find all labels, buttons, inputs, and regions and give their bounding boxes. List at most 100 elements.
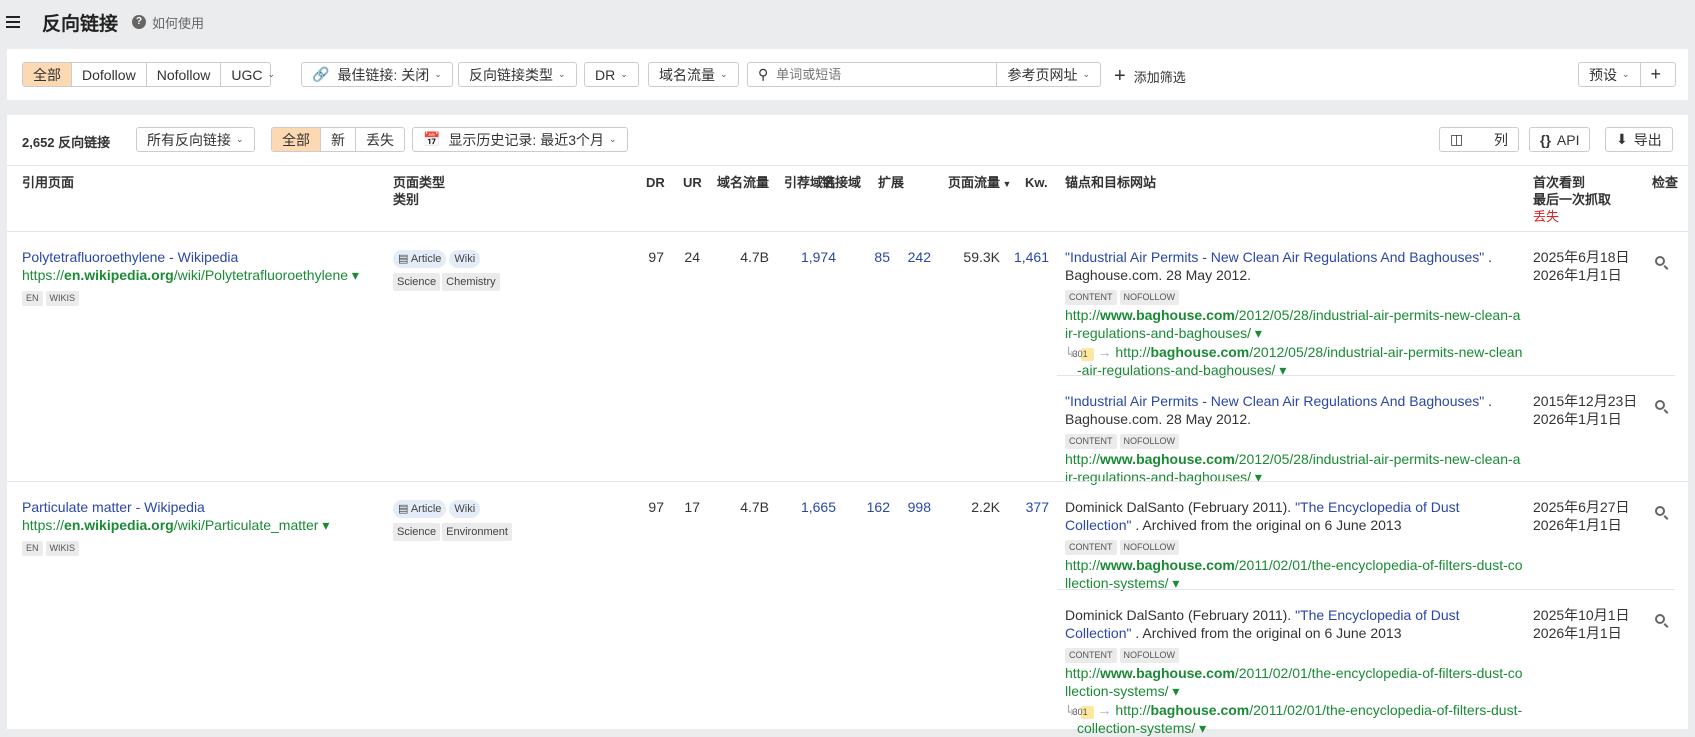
anchor-suffix: . Archived from the original on 6 June 2…	[1131, 517, 1401, 533]
col-dr[interactable]: DR	[646, 174, 665, 191]
plus-icon: +	[1114, 65, 1126, 88]
state-lost[interactable]: 丢失	[355, 128, 404, 151]
inspect-search-icon[interactable]	[1655, 256, 1665, 266]
dr-dropdown[interactable]: DR⌄	[584, 62, 639, 87]
link-badge: NOFOLLOW	[1120, 540, 1180, 555]
ref-page-title[interactable]: Polytetrafluoroethylene - Wikipedia	[22, 248, 372, 266]
filter-all[interactable]: 全部	[23, 63, 71, 86]
link-badge: NOFOLLOW	[1120, 434, 1180, 449]
ref-page-title[interactable]: Particulate matter - Wikipedia	[22, 498, 372, 516]
kw-value[interactable]: 1,461	[979, 248, 1049, 266]
chevron-down-icon: ⌄	[1082, 69, 1090, 80]
export-button[interactable]: ⬇导出	[1605, 127, 1673, 152]
redirect-url-link[interactable]: http://baghouse.com/2011/02/01/the-encyc…	[1077, 702, 1522, 736]
target-url-link[interactable]: http://www.baghouse.com/2011/02/01/the-e…	[1065, 557, 1523, 591]
target-url: http://www.baghouse.com/2012/05/28/indus…	[1065, 306, 1523, 343]
link-badge: CONTENT	[1065, 434, 1117, 449]
page-title: 反向链接	[42, 9, 118, 36]
ext-value[interactable]: 998	[861, 498, 931, 516]
divider	[1057, 589, 1675, 590]
url-prefix: http://	[1065, 665, 1100, 681]
page-type-cell: ▤ ArticleWikiScienceChemistry	[393, 248, 623, 291]
ref-page-tags: ENWIKIS	[22, 287, 372, 306]
ext-value[interactable]: 242	[861, 248, 931, 266]
presets-dropdown[interactable]: 预设⌄	[1579, 63, 1640, 86]
url-domain: baghouse.com	[1150, 344, 1249, 360]
filter-nofollow[interactable]: Nofollow	[146, 63, 221, 86]
category-badge: Science	[393, 523, 440, 541]
all-backlinks-dropdown[interactable]: 所有反向链接⌄	[136, 127, 255, 152]
link-badges: CONTENTNOFOLLOW	[1065, 536, 1523, 555]
best-links-dropdown[interactable]: 🔗最佳链接: 关闭⌄	[301, 62, 453, 87]
history-dropdown[interactable]: 📅显示历史记录: 最近3个月⌄	[412, 127, 628, 152]
domain-traffic-dropdown[interactable]: 域名流量⌄	[648, 62, 739, 87]
chevron-down-icon: ⌄	[558, 69, 566, 80]
help-icon[interactable]: ?	[132, 15, 146, 29]
col-dates[interactable]: 首次看到最后一次抓取丢失	[1533, 174, 1611, 225]
backlink-type-dropdown[interactable]: 反向链接类型⌄	[458, 62, 577, 87]
categories: ScienceChemistry	[393, 271, 623, 291]
col-page-traffic[interactable]: 页面流量 ▼	[948, 174, 1011, 193]
anchor-link[interactable]: "Industrial Air Permits - New Clean Air …	[1065, 393, 1484, 409]
anchor-text: Dominick DalSanto (February 2011). "The …	[1065, 606, 1523, 643]
caret-down-icon[interactable]: ▾	[318, 517, 329, 533]
page-type-label: Article	[411, 503, 442, 515]
caret-down-icon[interactable]: ▾	[1251, 325, 1262, 341]
how-to-use-link[interactable]: 如何使用	[152, 13, 204, 32]
add-preset-button[interactable]: +	[1640, 63, 1672, 86]
tag: WIKIS	[46, 541, 80, 556]
filter-dofollow[interactable]: Dofollow	[71, 63, 146, 86]
anchor-text: Dominick DalSanto (February 2011). "The …	[1065, 498, 1523, 535]
caret-down-icon[interactable]: ▾	[1168, 683, 1179, 699]
anchor-suffix: . Archived from the original on 6 June 2…	[1131, 625, 1401, 641]
dates-cell: 2025年6月27日2026年1月1日	[1533, 498, 1630, 535]
divider	[7, 481, 1688, 482]
col-ext[interactable]: 扩展	[878, 174, 904, 191]
link-badge: CONTENT	[1065, 648, 1117, 663]
ref-page-url[interactable]: https://en.wikipedia.org/wiki/Particulat…	[22, 517, 329, 533]
domain-traffic-value: 4.7B	[699, 498, 769, 516]
ref-page-tags: ENWIKIS	[22, 537, 372, 556]
redirect-code: 301	[1081, 706, 1094, 719]
columns-button[interactable]: ◫列	[1439, 127, 1519, 152]
caret-down-icon[interactable]: ▾	[1195, 720, 1206, 736]
search-scope-dropdown[interactable]: 参考页网址⌄	[996, 63, 1100, 86]
domain-traffic-value: 4.7B	[699, 248, 769, 266]
anchor-cell: Dominick DalSanto (February 2011). "The …	[1065, 606, 1523, 737]
state-all[interactable]: 全部	[272, 128, 320, 151]
tag: EN	[22, 291, 43, 306]
col-linked-domains[interactable]: 链接域	[822, 174, 861, 191]
state-new[interactable]: 新	[320, 128, 355, 151]
redirect: ↳ 301 → http://baghouse.com/2011/02/01/t…	[1065, 701, 1523, 737]
url-domain: baghouse.com	[1150, 702, 1249, 718]
col-ur[interactable]: UR	[683, 174, 702, 191]
categories: ScienceEnvironment	[393, 521, 623, 541]
api-button[interactable]: {}API	[1529, 127, 1590, 152]
anchor-cell: Dominick DalSanto (February 2011). "The …	[1065, 498, 1523, 593]
col-anchor[interactable]: 锚点和目标网站	[1065, 174, 1156, 191]
col-page-type[interactable]: 页面类型类别	[393, 174, 445, 208]
target-url-link[interactable]: http://www.baghouse.com/2012/05/28/indus…	[1065, 307, 1520, 341]
inspect-search-icon[interactable]	[1655, 506, 1665, 516]
col-kw[interactable]: Kw.	[1025, 174, 1048, 191]
caret-down-icon[interactable]: ▾	[1251, 469, 1262, 485]
hamburger-menu-icon[interactable]	[6, 16, 20, 28]
search-input[interactable]	[776, 67, 976, 82]
history-label: 显示历史记录: 最近3个月	[448, 130, 604, 150]
ref-page-url[interactable]: https://en.wikipedia.org/wiki/Polytetraf…	[22, 267, 359, 283]
filter-ugc[interactable]: UGC⌄	[220, 63, 285, 86]
caret-down-icon[interactable]: ▾	[348, 267, 359, 283]
inspect-search-icon[interactable]	[1655, 614, 1665, 624]
all-backlinks-label: 所有反向链接	[147, 130, 231, 150]
target-url-link[interactable]: http://www.baghouse.com/2011/02/01/the-e…	[1065, 665, 1523, 699]
col-ref-page[interactable]: 引用页面	[22, 174, 74, 191]
dates-cell: 2025年10月1日2026年1月1日	[1533, 606, 1630, 643]
chevron-down-icon: ⌄	[620, 69, 628, 80]
inspect-search-icon[interactable]	[1655, 400, 1665, 410]
anchor-link[interactable]: "Industrial Air Permits - New Clean Air …	[1065, 249, 1484, 265]
add-filter-button[interactable]: +添加筛选	[1114, 65, 1186, 88]
redirect-url-link[interactable]: http://baghouse.com/2012/05/28/industria…	[1077, 344, 1522, 378]
anchor-text: "Industrial Air Permits - New Clean Air …	[1065, 392, 1523, 429]
kw-value[interactable]: 377	[979, 498, 1049, 516]
col-domain-traffic[interactable]: 域名流量	[717, 174, 769, 191]
